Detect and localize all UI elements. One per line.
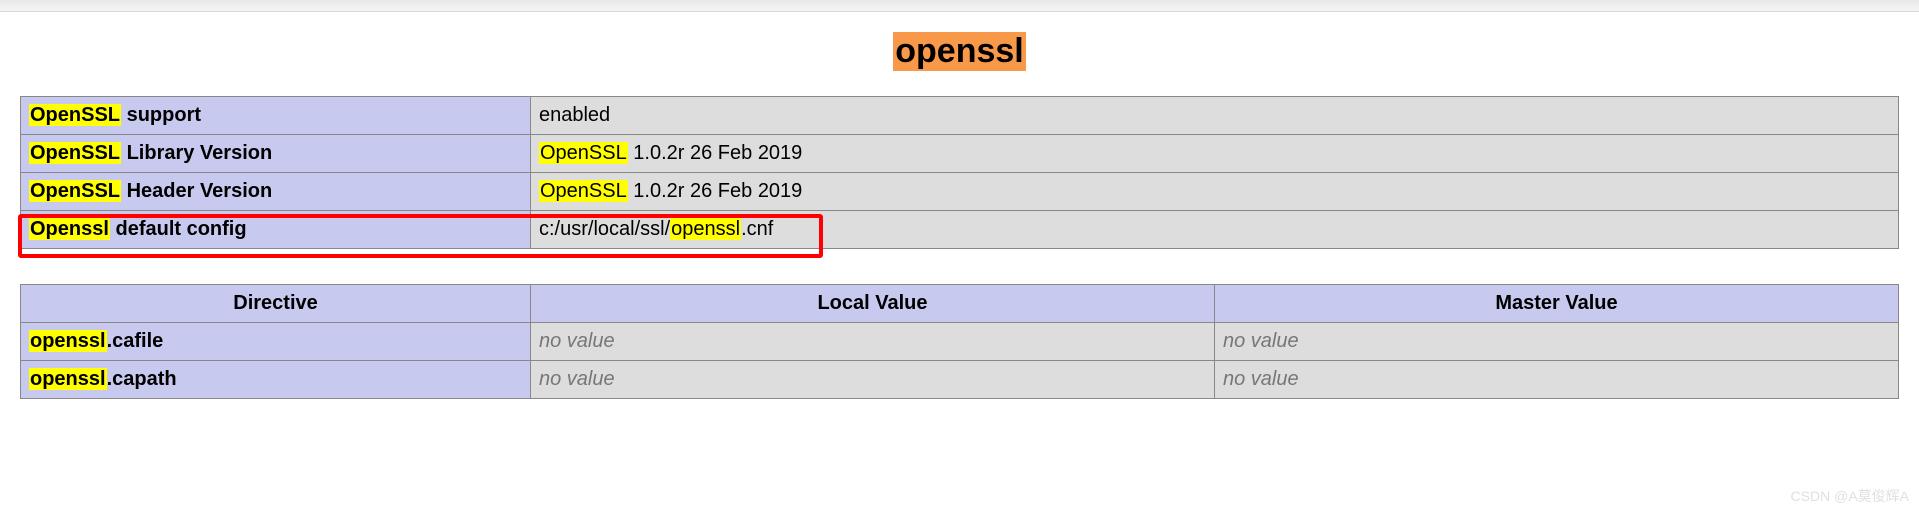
name-text: .cafile xyxy=(107,330,164,352)
info-value: enabled xyxy=(531,97,1899,135)
novalue-text: no value xyxy=(539,368,615,390)
highlight-text: OpenSSL xyxy=(539,142,628,164)
novalue-text: no value xyxy=(539,330,615,352)
content-area: OpenSSL support enabled OpenSSL Library … xyxy=(0,96,1919,399)
table-header-row: Directive Local Value Master Value xyxy=(21,285,1899,323)
top-bar xyxy=(0,0,1919,12)
table-row: openssl.capath no value no value xyxy=(21,361,1899,399)
highlight-text: OpenSSL xyxy=(29,180,121,202)
info-label: OpenSSL Header Version xyxy=(21,173,531,211)
info-label: Openssl default config xyxy=(21,211,531,249)
info-label: OpenSSL Library Version xyxy=(21,135,531,173)
local-value: no value xyxy=(531,361,1215,399)
watermark: CSDN @A莫俊辉A xyxy=(1791,486,1909,506)
info-value: OpenSSL 1.0.2r 26 Feb 2019 xyxy=(531,135,1899,173)
highlight-text: OpenSSL xyxy=(29,142,121,164)
table-row: openssl.cafile no value no value xyxy=(21,323,1899,361)
info-table-wrap: OpenSSL support enabled OpenSSL Library … xyxy=(20,96,1899,249)
novalue-text: no value xyxy=(1223,330,1299,352)
value-text: enabled xyxy=(539,104,610,126)
value-prefix: c:/usr/local/ssl/ xyxy=(539,218,670,240)
highlight-text: openssl xyxy=(670,218,741,240)
name-text: .capath xyxy=(107,368,177,390)
highlight-text: Openssl xyxy=(29,218,110,240)
openssl-info-table: OpenSSL support enabled OpenSSL Library … xyxy=(20,96,1899,249)
label-text: Header Version xyxy=(121,180,272,202)
value-text: 1.0.2r 26 Feb 2019 xyxy=(628,142,803,164)
highlight-text: OpenSSL xyxy=(29,104,121,126)
section-title: openssl xyxy=(893,32,1025,71)
master-value: no value xyxy=(1215,361,1899,399)
highlight-text: openssl xyxy=(29,368,107,390)
master-value: no value xyxy=(1215,323,1899,361)
section-header: openssl xyxy=(0,32,1919,71)
col-header-local: Local Value xyxy=(531,285,1215,323)
info-label: OpenSSL support xyxy=(21,97,531,135)
directive-name: openssl.cafile xyxy=(21,323,531,361)
openssl-settings-table: Directive Local Value Master Value opens… xyxy=(20,284,1899,399)
table-row: OpenSSL Header Version OpenSSL 1.0.2r 26… xyxy=(21,173,1899,211)
col-header-directive: Directive xyxy=(21,285,531,323)
table-row: OpenSSL Library Version OpenSSL 1.0.2r 2… xyxy=(21,135,1899,173)
highlight-text: openssl xyxy=(29,330,107,352)
directive-name: openssl.capath xyxy=(21,361,531,399)
novalue-text: no value xyxy=(1223,368,1299,390)
table-row: OpenSSL support enabled xyxy=(21,97,1899,135)
local-value: no value xyxy=(531,323,1215,361)
table-row: Openssl default config c:/usr/local/ssl/… xyxy=(21,211,1899,249)
info-value: OpenSSL 1.0.2r 26 Feb 2019 xyxy=(531,173,1899,211)
highlight-text: OpenSSL xyxy=(539,180,628,202)
value-text: 1.0.2r 26 Feb 2019 xyxy=(628,180,803,202)
info-value: c:/usr/local/ssl/openssl.cnf xyxy=(531,211,1899,249)
value-text: .cnf xyxy=(741,218,773,240)
label-text: Library Version xyxy=(121,142,272,164)
label-text: default config xyxy=(110,218,247,240)
label-text: support xyxy=(121,104,201,126)
col-header-master: Master Value xyxy=(1215,285,1899,323)
